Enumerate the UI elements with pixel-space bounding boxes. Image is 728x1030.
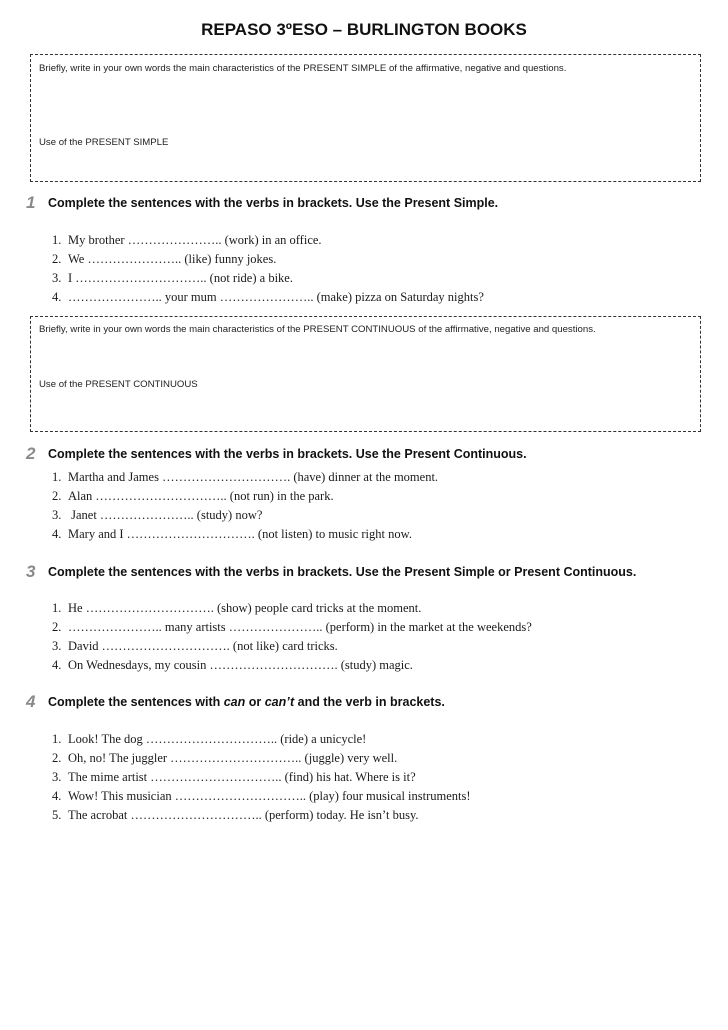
list-item[interactable]: 4. On Wednesdays, my cousin …………………………. (… <box>52 656 532 675</box>
list-item[interactable]: 1. Martha and James …………………………. (have) di… <box>52 468 438 487</box>
exercise-3-list: 1. He …………………………. (show) people card tric… <box>52 599 532 675</box>
list-item[interactable]: 1. He …………………………. (show) people card tric… <box>52 599 532 618</box>
list-item[interactable]: 1. Look! The dog ………………………….. (ride) a un… <box>52 730 471 749</box>
exercise-number-icon: 3 <box>26 562 36 581</box>
page-title: REPASO 3ºESO – BURLINGTON BOOKS <box>201 20 527 39</box>
exercise-4-heading: 4 Complete the sentences with can or can… <box>26 692 445 712</box>
exercise-number-icon: 1 <box>26 193 36 212</box>
list-item[interactable]: 5. The acrobat ………………………….. (perform) tod… <box>52 806 471 825</box>
exercise-instruction: Complete the sentences with the verbs in… <box>48 447 527 461</box>
list-item[interactable]: 2.………………….. many artists ………………….. (perf… <box>52 618 532 637</box>
list-item[interactable]: 1. My brother ………………….. (work) in an offi… <box>52 231 484 250</box>
exercise-3-heading: 3 Complete the sentences with the verbs … <box>26 562 636 582</box>
box-use-label: Use of the PRESENT CONTINUOUS <box>39 379 198 390</box>
exercise-2-list: 1. Martha and James …………………………. (have) di… <box>52 468 438 544</box>
exercise-number-icon: 2 <box>26 444 36 463</box>
box-prompt: Briefly, write in your own words the mai… <box>39 324 596 335</box>
list-item[interactable]: 2. Alan ………………………….. (not run) in the par… <box>52 487 438 506</box>
exercise-4-list: 1. Look! The dog ………………………….. (ride) a un… <box>52 730 471 825</box>
exercise-1-list: 1. My brother ………………….. (work) in an offi… <box>52 231 484 307</box>
list-item[interactable]: 4. Mary and I …………………………. (not listen) to… <box>52 525 438 544</box>
list-item[interactable]: 4.………………….. your mum ………………….. (make) pi… <box>52 288 484 307</box>
list-item[interactable]: 3. Janet ………………….. (study) now? <box>52 506 438 525</box>
present-simple-writing-box[interactable]: Briefly, write in your own words the mai… <box>30 54 701 182</box>
list-item[interactable]: 3. I ………………………….. (not ride) a bike. <box>52 269 484 288</box>
exercise-instruction: Complete the sentences with the verbs in… <box>48 565 637 579</box>
list-item[interactable]: 3. The mime artist ………………………….. (find) hi… <box>52 768 471 787</box>
list-item[interactable]: 4. Wow! This musician ………………………….. (play)… <box>52 787 471 806</box>
exercise-2-heading: 2 Complete the sentences with the verbs … <box>26 444 527 464</box>
present-continuous-writing-box[interactable]: Briefly, write in your own words the mai… <box>30 316 701 432</box>
exercise-instruction: Complete the sentences with the verbs in… <box>48 196 499 210</box>
list-item[interactable]: 3. David …………………………. (not like) card tric… <box>52 637 532 656</box>
exercise-number-icon: 4 <box>26 692 36 711</box>
box-use-label: Use of the PRESENT SIMPLE <box>39 137 169 148</box>
list-item[interactable]: 2. Oh, no! The juggler ………………………….. (jugg… <box>52 749 471 768</box>
list-item[interactable]: 2. We ………………….. (like) funny jokes. <box>52 250 484 269</box>
exercise-instruction: Complete the sentences with can or can’t… <box>48 695 445 709</box>
box-prompt: Briefly, write in your own words the mai… <box>39 63 567 74</box>
exercise-1-heading: 1 Complete the sentences with the verbs … <box>26 193 498 213</box>
